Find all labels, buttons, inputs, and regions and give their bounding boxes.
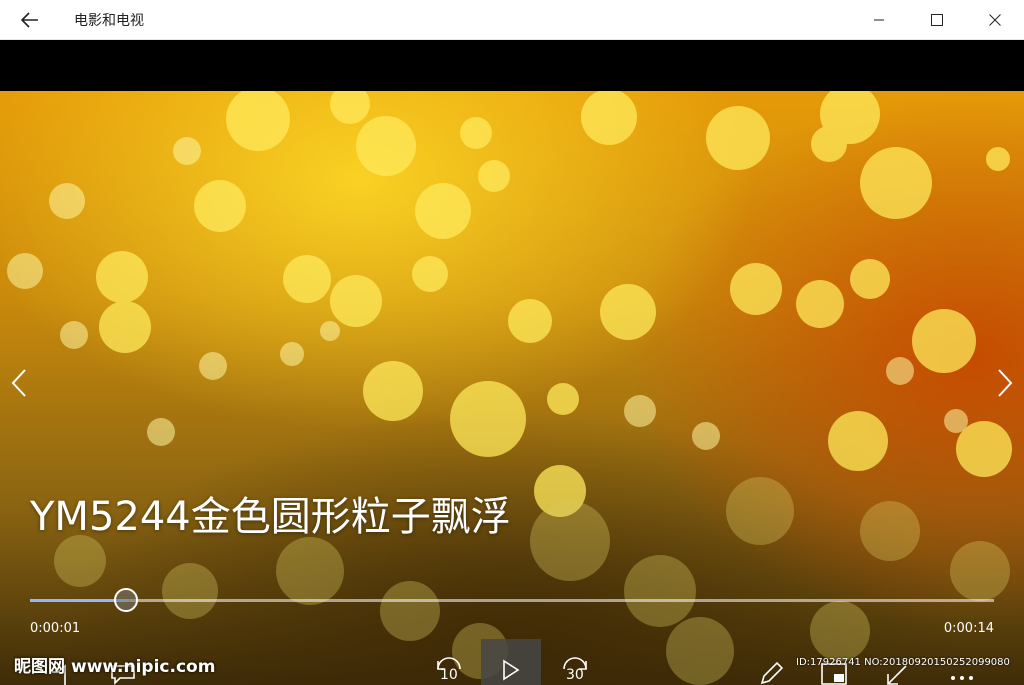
watermark-brand: 昵图网 www.nipic.com bbox=[14, 652, 215, 677]
edit-button[interactable] bbox=[758, 657, 784, 685]
seek-bar[interactable] bbox=[30, 588, 994, 612]
close-button[interactable] bbox=[966, 0, 1024, 40]
more-icon bbox=[951, 676, 973, 680]
skip-forward-label: 30 bbox=[566, 667, 584, 683]
window-controls bbox=[850, 0, 1024, 40]
video-frame[interactable]: YM5244金色圆形粒子飘浮 0:00:01 0:00:14 bbox=[0, 91, 1024, 685]
arrow-left-icon bbox=[21, 11, 38, 28]
seek-progress bbox=[30, 599, 127, 602]
watermark-brand-name: 昵图网 bbox=[14, 657, 65, 677]
chevron-left-icon bbox=[11, 369, 26, 397]
play-icon bbox=[503, 659, 520, 681]
skip-back-button[interactable]: 10 bbox=[432, 657, 466, 685]
next-button[interactable] bbox=[990, 363, 1020, 403]
previous-button[interactable] bbox=[4, 363, 34, 403]
app-title: 电影和电视 bbox=[74, 12, 144, 29]
minimize-icon bbox=[874, 19, 884, 21]
maximize-button[interactable] bbox=[908, 0, 966, 40]
minimize-button[interactable] bbox=[850, 0, 908, 40]
skip-forward-button[interactable]: 30 bbox=[558, 657, 592, 685]
video-title: YM5244金色圆形粒子飘浮 bbox=[30, 494, 511, 540]
skip-back-label: 10 bbox=[440, 667, 458, 683]
bokeh-background bbox=[7, 91, 1012, 685]
back-button[interactable] bbox=[0, 0, 60, 40]
pen-icon bbox=[760, 661, 784, 685]
title-bar: 电影和电视 bbox=[0, 0, 1024, 40]
close-icon bbox=[989, 14, 1001, 26]
watermark-site: www.nipic.com bbox=[71, 657, 216, 677]
more-button[interactable] bbox=[948, 668, 976, 685]
current-time: 0:00:01 bbox=[30, 621, 81, 636]
chevron-right-icon bbox=[998, 369, 1013, 397]
watermark-id: ID:17926741 NO:20180920150252099080 bbox=[796, 657, 1010, 668]
total-time: 0:00:14 bbox=[943, 621, 994, 636]
maximize-icon bbox=[931, 14, 943, 26]
letterbox-band bbox=[0, 40, 1024, 91]
play-button[interactable] bbox=[481, 639, 541, 685]
